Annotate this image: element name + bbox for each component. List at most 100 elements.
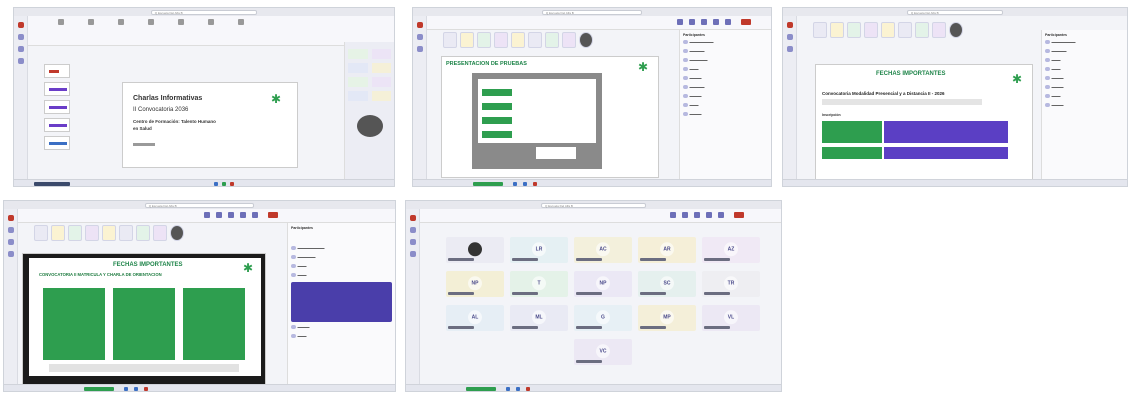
taskbar-app-icon[interactable] bbox=[214, 181, 218, 186]
video-tile[interactable]: SC bbox=[638, 271, 696, 297]
ribbon-icon[interactable] bbox=[58, 19, 64, 25]
video-tile[interactable] bbox=[348, 49, 368, 59]
participant-row[interactable]: ▬▬▬▬ bbox=[683, 74, 768, 82]
teams-icon[interactable] bbox=[18, 46, 24, 52]
search-bar[interactable]: Q Escuela Del Alfa B bbox=[906, 9, 1004, 15]
chat-icon[interactable] bbox=[677, 19, 683, 25]
activity-icon[interactable] bbox=[8, 215, 14, 221]
participant-row[interactable]: ▬▬▬ bbox=[1045, 92, 1124, 100]
video-tile[interactable] bbox=[170, 225, 184, 241]
camera-icon[interactable] bbox=[706, 212, 712, 218]
activity-icon[interactable] bbox=[18, 22, 24, 28]
raise-hand-icon[interactable] bbox=[694, 212, 700, 218]
video-tile[interactable]: AL bbox=[446, 305, 504, 331]
video-tile[interactable]: ML bbox=[510, 305, 568, 331]
video-tile[interactable]: AZ bbox=[702, 237, 760, 263]
video-tile[interactable]: T bbox=[510, 271, 568, 297]
taskbar-app-icon[interactable] bbox=[222, 181, 226, 186]
participant-row[interactable]: ▬▬▬▬ bbox=[291, 323, 392, 331]
mic-icon[interactable] bbox=[718, 212, 724, 218]
search-bar[interactable]: Q Escuela Del Alfa B bbox=[541, 9, 643, 15]
chat-icon[interactable] bbox=[787, 34, 793, 40]
video-tile[interactable] bbox=[348, 91, 368, 101]
video-tile[interactable] bbox=[830, 22, 844, 38]
leave-button[interactable] bbox=[734, 212, 744, 218]
video-tile[interactable] bbox=[813, 22, 827, 38]
participant-row[interactable]: ▬▬▬▬▬ bbox=[683, 83, 768, 91]
people-icon[interactable] bbox=[689, 19, 695, 25]
search-bar[interactable]: Q Escuela Del Alfa B bbox=[150, 9, 258, 15]
video-tile[interactable] bbox=[371, 49, 391, 59]
leave-button[interactable] bbox=[268, 212, 278, 218]
slide-thumbnail[interactable] bbox=[44, 82, 70, 96]
video-tile[interactable] bbox=[371, 63, 391, 73]
taskbar-app-icon[interactable] bbox=[134, 386, 138, 391]
video-tile[interactable]: NP bbox=[574, 271, 632, 297]
video-tile[interactable]: AC bbox=[574, 237, 632, 263]
participant-row[interactable]: ▬▬▬ bbox=[683, 65, 768, 73]
search-bar[interactable]: Q Escuela Del Alfa B bbox=[541, 202, 646, 208]
taskbar-app-icon[interactable] bbox=[124, 386, 128, 391]
taskbar-app-icon[interactable] bbox=[526, 386, 530, 391]
taskbar-app-icon[interactable] bbox=[533, 181, 537, 186]
video-tile[interactable] bbox=[477, 32, 491, 48]
taskbar-app-icon[interactable] bbox=[466, 386, 496, 391]
mic-icon[interactable] bbox=[252, 212, 258, 218]
video-tile[interactable] bbox=[371, 77, 391, 87]
video-tile[interactable] bbox=[51, 225, 65, 241]
taskbar-app-icon[interactable] bbox=[230, 181, 234, 186]
chat-icon[interactable] bbox=[8, 227, 14, 233]
mic-icon[interactable] bbox=[725, 19, 731, 25]
video-tile[interactable] bbox=[579, 32, 593, 48]
ribbon-icon[interactable] bbox=[118, 19, 124, 25]
video-tile[interactable] bbox=[443, 32, 457, 48]
video-tile[interactable] bbox=[153, 225, 167, 241]
teams-icon[interactable] bbox=[8, 239, 14, 245]
chat-icon[interactable] bbox=[410, 227, 416, 233]
search-bar[interactable]: Q Escuela Del Alfa B bbox=[144, 202, 255, 208]
video-tile[interactable] bbox=[545, 32, 559, 48]
video-tile[interactable] bbox=[446, 237, 504, 263]
taskbar-app-icon[interactable] bbox=[523, 181, 527, 186]
people-icon[interactable] bbox=[682, 212, 688, 218]
participant-row[interactable]: ▬▬▬▬▬▬ bbox=[291, 253, 392, 261]
participant-row[interactable]: ▬▬▬▬ bbox=[683, 110, 768, 118]
ribbon-icon[interactable] bbox=[88, 19, 94, 25]
slide-thumbnail[interactable] bbox=[44, 100, 70, 114]
participant-row[interactable]: ▬▬▬▬▬▬▬▬ bbox=[1045, 38, 1124, 46]
video-tile[interactable] bbox=[562, 32, 576, 48]
calendar-icon[interactable] bbox=[8, 251, 14, 257]
teams-icon[interactable] bbox=[417, 46, 423, 52]
participant-row[interactable]: ▬▬▬ bbox=[1045, 56, 1124, 64]
people-icon[interactable] bbox=[216, 212, 222, 218]
video-tile[interactable] bbox=[348, 77, 368, 87]
calendar-icon[interactable] bbox=[18, 58, 24, 64]
participant-row[interactable]: ▬▬▬▬▬▬▬▬ bbox=[683, 38, 768, 46]
video-tile[interactable] bbox=[102, 225, 116, 241]
participant-row[interactable]: ▬▬▬▬ bbox=[1045, 74, 1124, 82]
teams-icon[interactable] bbox=[410, 239, 416, 245]
video-tile[interactable] bbox=[932, 22, 946, 38]
video-tile[interactable]: LR bbox=[510, 237, 568, 263]
video-tile[interactable]: VC bbox=[574, 339, 632, 365]
video-tile[interactable]: G bbox=[574, 305, 632, 331]
video-tile[interactable] bbox=[68, 225, 82, 241]
participant-row[interactable]: ▬▬▬ bbox=[291, 332, 392, 340]
taskbar-app-icon[interactable] bbox=[516, 386, 520, 391]
video-tile[interactable]: VL bbox=[702, 305, 760, 331]
taskbar-app-icon[interactable] bbox=[506, 386, 510, 391]
participant-row[interactable]: ▬▬▬ bbox=[683, 101, 768, 109]
start-button[interactable] bbox=[34, 181, 70, 186]
video-tile[interactable] bbox=[898, 22, 912, 38]
camera-icon[interactable] bbox=[713, 19, 719, 25]
participant-row[interactable]: ▬▬▬▬▬▬▬▬▬ bbox=[291, 244, 392, 252]
taskbar-app-icon[interactable] bbox=[84, 386, 114, 391]
video-tile[interactable] bbox=[34, 225, 48, 241]
video-tile[interactable] bbox=[460, 32, 474, 48]
slide-thumbnail[interactable] bbox=[44, 118, 70, 132]
participant-row[interactable]: ▬▬▬▬ bbox=[1045, 83, 1124, 91]
chat-icon[interactable] bbox=[417, 34, 423, 40]
video-tile[interactable]: AR bbox=[638, 237, 696, 263]
notification-popup[interactable] bbox=[291, 282, 392, 322]
activity-icon[interactable] bbox=[410, 215, 416, 221]
